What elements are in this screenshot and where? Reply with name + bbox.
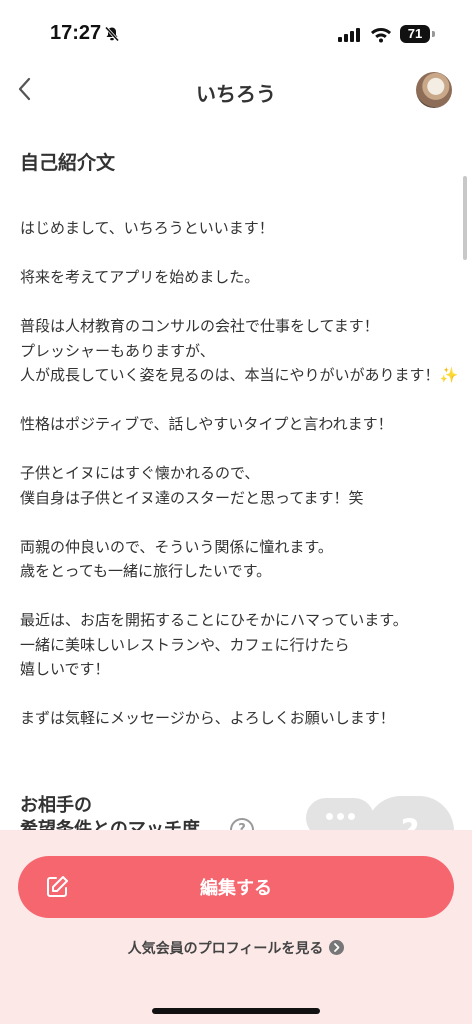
match-heading-line1: お相手の: [20, 795, 92, 816]
status-bar: 17:27 71: [0, 0, 472, 64]
chat-bubble-icon: [306, 798, 374, 830]
battery-indicator: 71: [400, 25, 430, 43]
edit-profile-button[interactable]: 編集する: [18, 856, 454, 918]
bio-paragraph: 性格はポジティブで、話しやすいタイプと言われます！: [20, 415, 393, 433]
edit-button-label: 編集する: [200, 878, 272, 898]
chevron-right-icon: [329, 940, 345, 955]
bio-paragraph: 普段は人材教育のコンサルの会社で仕事をしてます！ プレッシャーもありますが、 人…: [20, 317, 459, 384]
battery-level: 71: [407, 26, 423, 41]
popular-profiles-link[interactable]: 人気会員のプロフィールを見る: [0, 938, 472, 958]
scrollbar[interactable]: [463, 176, 467, 260]
help-icon[interactable]: ?: [230, 818, 254, 830]
wifi-icon: [371, 28, 391, 43]
bio-text: はじめまして、いちろうといいます！ 将来を考えてアプリを始めました。 普段は人材…: [20, 216, 460, 755]
bio-paragraph: 将来を考えてアプリを始めました。: [20, 268, 260, 286]
bio-paragraph: まずは気軽にメッセージから、よろしくお願いします！: [20, 709, 395, 727]
bottom-action-panel: 編集する 人気会員のプロフィールを見る: [0, 830, 472, 1024]
match-heading: お相手の 希望条件とのマッチ度: [20, 794, 200, 830]
page-title: いちろう: [196, 82, 276, 106]
avatar[interactable]: [416, 72, 452, 108]
popular-link-label: 人気会員のプロフィールを見る: [127, 941, 324, 957]
nav-bar: いちろう: [0, 64, 472, 118]
match-heading-line2: 希望条件とのマッチ度: [20, 819, 200, 830]
bio-paragraph: はじめまして、いちろうといいます！: [20, 219, 274, 237]
home-indicator: [152, 1008, 320, 1014]
bio-paragraph: 最近は、お店を開拓することにひそかにハマっています。 一緒に美味しいレストランや…: [20, 611, 408, 678]
bio-paragraph: 子供とイヌにはすぐ懐かれるので、 僕自身は子供とイヌ達のスターだと思ってます！笑: [20, 464, 364, 507]
cellular-signal-icon: [338, 28, 360, 42]
bio-paragraph: 両親の仲良いので、そういう関係に憧れます。 歳をとっても一緒に旅行したいです。: [20, 537, 333, 581]
bio-heading: 自己紹介文: [20, 152, 116, 174]
battery-tip: [432, 31, 435, 37]
status-time: 17:27: [50, 22, 102, 44]
question-bubble-icon: ?: [366, 796, 454, 830]
profile-content[interactable]: 自己紹介文 はじめまして、いちろうといいます！ 将来を考えてアプリを始めました。…: [0, 118, 472, 830]
bell-muted-icon: [104, 26, 120, 42]
